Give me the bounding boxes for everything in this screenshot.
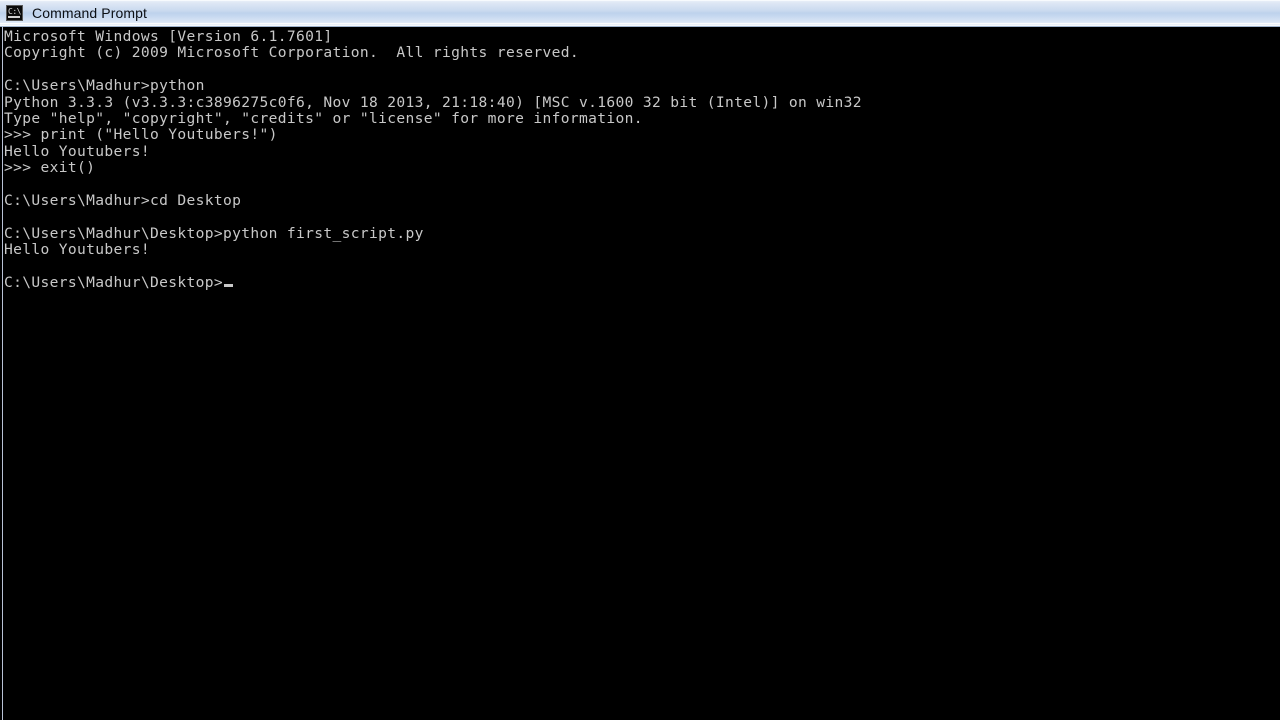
console-line: Copyright (c) 2009 Microsoft Corporation… (4, 45, 1276, 61)
console-line: C:\Users\Madhur>cd Desktop (4, 191, 1276, 209)
console-line: >>> print ("Hello Youtubers!") (4, 127, 1276, 143)
console-line: >>> exit() (4, 159, 1276, 177)
console-line-text: Copyright (c) 2009 Microsoft Corporation… (4, 44, 579, 62)
console-line-text: C:\Users\Madhur\Desktop>python first_scr… (4, 224, 424, 242)
command-prompt-icon-glyph: C:\ (8, 7, 21, 16)
console-left-edge (2, 27, 3, 720)
console-line-text: Microsoft Windows [Version 6.1.7601] (4, 28, 333, 45)
console-text: Microsoft Windows [Version 6.1.7601] Copy… (4, 28, 1276, 291)
command-prompt-icon-bar (8, 16, 20, 18)
console-line: C:\Users\Madhur\Desktop> (4, 273, 1276, 291)
command-prompt-window: C:\ Command Prompt Microsoft Windows [Ve… (0, 0, 1280, 720)
console-line-text: Hello Youtubers! (4, 142, 151, 160)
command-prompt-icon[interactable]: C:\ (6, 5, 23, 21)
console-line: Python 3.3.3 (v3.3.3:c3896275c0f6, Nov 1… (4, 93, 1276, 111)
window-titlebar[interactable]: C:\ Command Prompt (0, 0, 1280, 27)
console-line: Type "help", "copyright", "credits" or "… (4, 109, 1276, 127)
console-line-text: C:\Users\Madhur>python (4, 77, 205, 95)
console-line: C:\Users\Madhur\Desktop>python first_scr… (4, 224, 1276, 242)
console-line: Microsoft Windows [Version 6.1.7601] (4, 28, 1276, 45)
window-title: Command Prompt (32, 5, 147, 21)
console-line-text: C:\Users\Madhur\Desktop> (4, 273, 224, 291)
console-line-text: C:\Users\Madhur>cd Desktop (4, 191, 242, 209)
console-line-text: Hello Youtubers! (4, 241, 151, 259)
text-cursor (224, 283, 234, 287)
console-line-text: >>> exit() (4, 159, 96, 177)
console-line: Hello Youtubers! (4, 241, 1276, 259)
console-line-text: Python 3.3.3 (v3.3.3:c3896275c0f6, Nov 1… (4, 93, 862, 111)
console-output-area[interactable]: Microsoft Windows [Version 6.1.7601] Copy… (0, 27, 1280, 720)
console-line: Hello Youtubers! (4, 142, 1276, 160)
console-line-text: Type "help", "copyright", "credits" or "… (4, 109, 643, 127)
console-line: C:\Users\Madhur>python (4, 77, 1276, 95)
console-line-text: >>> print ("Hello Youtubers!") (4, 126, 278, 144)
